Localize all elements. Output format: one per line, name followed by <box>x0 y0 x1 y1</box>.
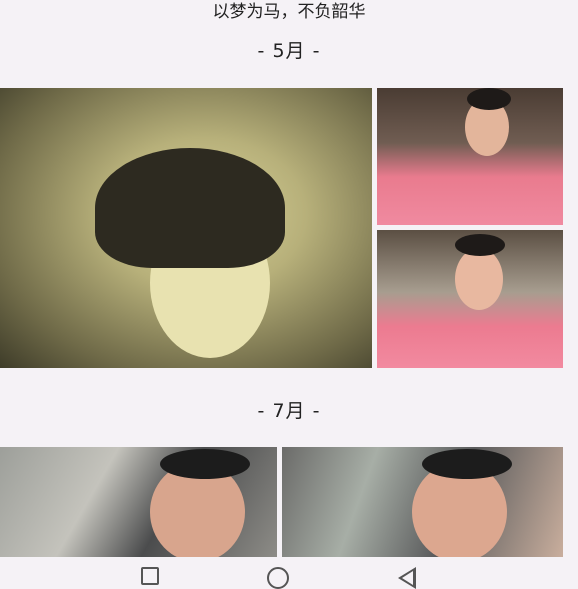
post-caption: 以梦为马，不负韶华 <box>212 2 366 22</box>
back-icon[interactable] <box>398 567 416 589</box>
photo-may-2[interactable] <box>377 88 563 225</box>
photo-july-1[interactable] <box>0 447 277 557</box>
system-nav-bar <box>0 557 578 589</box>
photo-july-2[interactable] <box>282 447 563 557</box>
month-header-may: - 5月 - <box>257 40 321 62</box>
month-header-july: - 7月 - <box>257 400 321 422</box>
recent-apps-icon[interactable] <box>141 567 159 585</box>
home-icon[interactable] <box>267 567 289 589</box>
photo-may-3[interactable] <box>377 230 563 368</box>
photo-may-1[interactable] <box>0 88 372 368</box>
